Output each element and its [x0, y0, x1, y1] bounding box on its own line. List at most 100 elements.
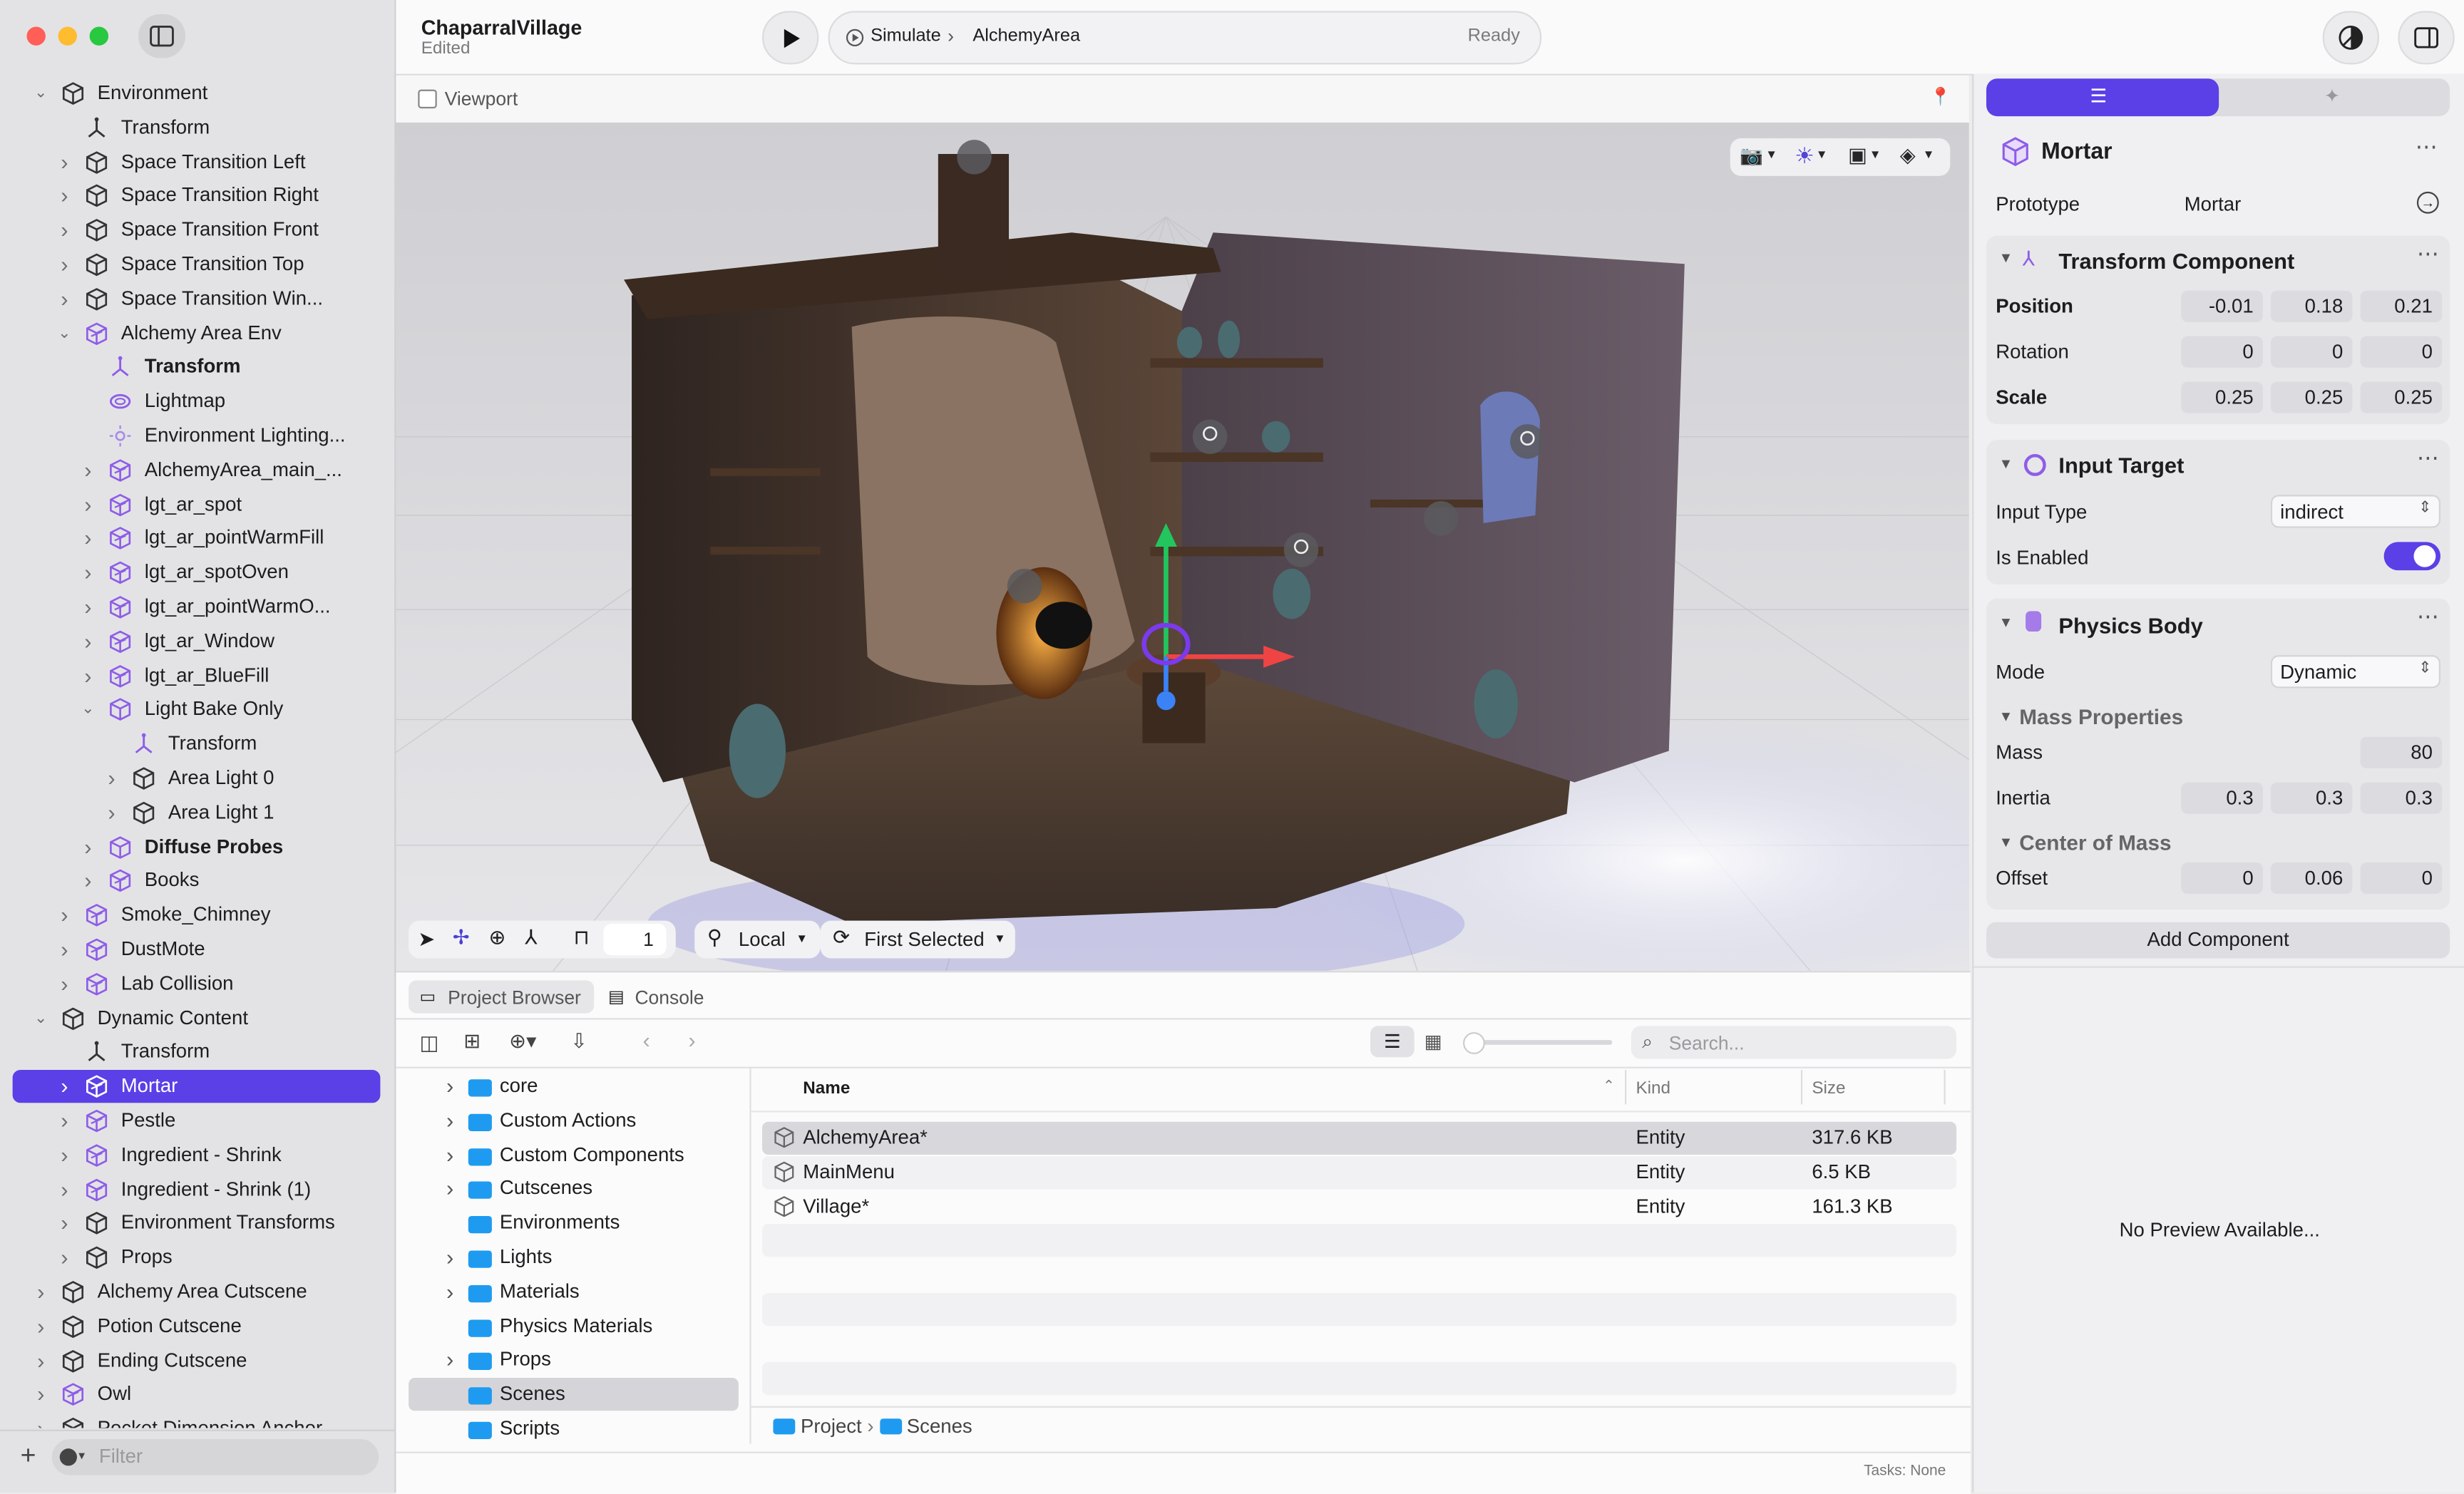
tree-item[interactable]: Environment Lighting... — [13, 419, 381, 452]
tree-item[interactable]: › lgt_ar_BlueFill — [13, 659, 381, 692]
camera-icon[interactable]: 📷 — [1740, 145, 1763, 167]
chevron-right-icon[interactable]: › — [56, 248, 72, 281]
tree-item[interactable]: › Environment Transforms — [13, 1207, 381, 1240]
chevron-right-icon[interactable]: › — [103, 796, 119, 829]
file-row[interactable]: Village* Entity 161.3 KB — [762, 1191, 1956, 1224]
chevron-right-icon[interactable]: › — [56, 1104, 72, 1137]
chevron-right-icon[interactable]: › — [80, 454, 96, 487]
filter-menu-icon[interactable] — [59, 1448, 78, 1466]
simulate-status-bar[interactable]: Simulate › AlchemyArea Ready — [828, 11, 1542, 65]
chevron-right-icon[interactable]: › — [56, 282, 72, 315]
tree-item[interactable]: › DustMote — [13, 933, 381, 966]
lighting-icon[interactable]: ☀ — [1795, 143, 1814, 170]
chevron-right-icon[interactable]: › — [80, 659, 96, 692]
inertia-x-field[interactable]: 0.3 — [2181, 782, 2263, 814]
breadcrumb-project[interactable]: Project — [801, 1416, 862, 1438]
translate-tool-icon[interactable]: ✢ — [453, 925, 470, 950]
collapse-chevron-icon[interactable]: ▼ — [1999, 249, 2013, 265]
minimize-window-button[interactable] — [58, 26, 78, 46]
chevron-right-icon[interactable]: › — [56, 1070, 72, 1103]
scene-viewport[interactable]: 📷 ▾ ☀ ▾ ▣ ▾ ◈ ▾ ➤ ✢ ⊕ ⅄ ⊓ 1 ⚲ Local ▾ ⟳ … — [396, 122, 1969, 972]
chevron-right-icon[interactable]: › — [80, 591, 96, 624]
chevron-right-icon[interactable]: › — [80, 557, 96, 589]
tree-item[interactable]: ⌄ Environment — [13, 77, 381, 110]
rotation-x-field[interactable]: 0 — [2181, 336, 2263, 368]
chevron-right-icon[interactable]: › — [56, 1207, 72, 1240]
tree-item[interactable]: › Owl — [13, 1379, 381, 1411]
chevron-right-icon[interactable]: › — [80, 625, 96, 658]
chevron-right-icon[interactable]: › — [56, 967, 72, 1000]
tree-item[interactable]: › Area Light 1 — [13, 796, 381, 829]
tree-item[interactable]: › Space Transition Top — [13, 248, 381, 281]
position-y-field[interactable]: 0.18 — [2270, 290, 2353, 322]
scale-tool-icon[interactable]: ⅄ — [525, 925, 538, 950]
tree-item[interactable]: › Alchemy Area Cutscene — [13, 1276, 381, 1309]
tree-item[interactable]: › Pocket Dimension Anchor — [13, 1413, 381, 1428]
position-x-field[interactable]: -0.01 — [2181, 290, 2263, 322]
pivot-dropdown[interactable]: ⟳ First Selected ▾ — [820, 920, 1015, 959]
layers-icon[interactable]: ◈ — [1900, 143, 1916, 168]
pin-icon[interactable]: 📍 — [1930, 86, 1951, 106]
tree-item[interactable]: › lgt_ar_pointWarmO... — [13, 591, 381, 624]
tree-item[interactable]: › Space Transition Left — [13, 145, 381, 178]
render-mode-icon[interactable]: ▣ — [1848, 143, 1867, 168]
toggle-inspector-button[interactable] — [2398, 11, 2455, 65]
tree-item[interactable]: Transform — [13, 728, 381, 761]
tree-item[interactable]: › Ending Cutscene — [13, 1344, 381, 1377]
tree-item[interactable]: › Space Transition Front — [13, 214, 381, 247]
chevron-right-icon[interactable]: › — [33, 1276, 48, 1309]
chevron-right-icon[interactable]: › — [56, 1139, 72, 1172]
tree-item[interactable]: › AlchemyArea_main_... — [13, 454, 381, 487]
tree-item[interactable]: › Books — [13, 865, 381, 897]
tree-item[interactable]: ⌄ Alchemy Area Env — [13, 316, 381, 349]
more-icon[interactable]: ⋯ — [2417, 603, 2439, 629]
chevron-right-icon[interactable]: › — [56, 933, 72, 966]
collapse-chevron-icon[interactable]: ▼ — [1999, 455, 2013, 471]
chevron-right-icon[interactable]: › — [56, 899, 72, 932]
chevron-right-icon[interactable]: › — [33, 1344, 48, 1377]
appearance-button[interactable] — [2322, 11, 2380, 65]
chevron-right-icon[interactable]: › — [56, 180, 72, 212]
offset-x-field[interactable]: 0 — [2181, 862, 2263, 895]
scale-z-field[interactable]: 0.25 — [2360, 381, 2443, 413]
more-icon[interactable]: ⋯ — [2417, 445, 2439, 471]
inertia-y-field[interactable]: 0.3 — [2270, 782, 2353, 814]
space-dropdown[interactable]: ⚲ Local ▾ — [694, 920, 821, 959]
more-icon[interactable]: ⋯ — [2417, 240, 2439, 267]
tree-item[interactable]: › Lab Collision — [13, 967, 381, 1000]
chevron-right-icon[interactable]: › — [80, 830, 96, 863]
toggle-sidebar-button[interactable] — [138, 14, 186, 58]
tree-item[interactable]: › Diffuse Probes — [13, 830, 381, 863]
chevron-right-icon[interactable]: › — [56, 214, 72, 247]
tree-item[interactable]: Transform — [13, 1036, 381, 1068]
chevron-right-icon[interactable]: › — [33, 1413, 48, 1428]
select-tool-icon[interactable]: ➤ — [418, 927, 435, 952]
chevron-right-icon[interactable]: › — [33, 1310, 48, 1343]
chevron-right-icon[interactable]: › — [80, 865, 96, 897]
offset-z-field[interactable]: 0 — [2360, 862, 2443, 895]
tree-item[interactable]: › Space Transition Right — [13, 180, 381, 212]
tree-item[interactable]: › lgt_ar_Window — [13, 625, 381, 658]
rotation-z-field[interactable]: 0 — [2360, 336, 2443, 368]
tree-item[interactable]: › lgt_ar_pointWarmFill — [13, 522, 381, 555]
tree-item[interactable]: Transform — [13, 111, 381, 144]
add-entity-button[interactable]: + — [21, 1441, 36, 1472]
chevron-down-icon[interactable]: ⌄ — [33, 77, 48, 110]
file-row[interactable]: MainMenu Entity 6.5 KB — [761, 1156, 1957, 1190]
tree-item[interactable]: › lgt_ar_spot — [13, 488, 381, 521]
viewport-checkbox[interactable] — [418, 89, 437, 109]
offset-y-field[interactable]: 0.06 — [2270, 862, 2353, 895]
zoom-window-button[interactable] — [89, 26, 109, 46]
tab-properties[interactable]: ☰ — [1986, 78, 2219, 117]
tree-item[interactable]: ⌄ Dynamic Content — [13, 1001, 381, 1034]
collapse-chevron-icon[interactable]: ▼ — [1999, 614, 2013, 630]
snap-icon[interactable]: ⊓ — [573, 925, 589, 950]
tree-item[interactable]: › Ingredient - Shrink (1) — [13, 1173, 381, 1206]
chevron-down-icon[interactable]: ⌄ — [56, 316, 72, 349]
collapse-chevron-icon[interactable]: ▼ — [1999, 709, 2013, 724]
tree-item[interactable]: › Props — [13, 1242, 381, 1274]
tree-item[interactable]: Lightmap — [13, 385, 381, 418]
tree-item[interactable]: › Potion Cutscene — [13, 1310, 381, 1343]
add-component-button[interactable]: Add Component — [1986, 922, 2450, 959]
file-row[interactable]: AlchemyArea* Entity 317.6 KB — [761, 1121, 1957, 1155]
